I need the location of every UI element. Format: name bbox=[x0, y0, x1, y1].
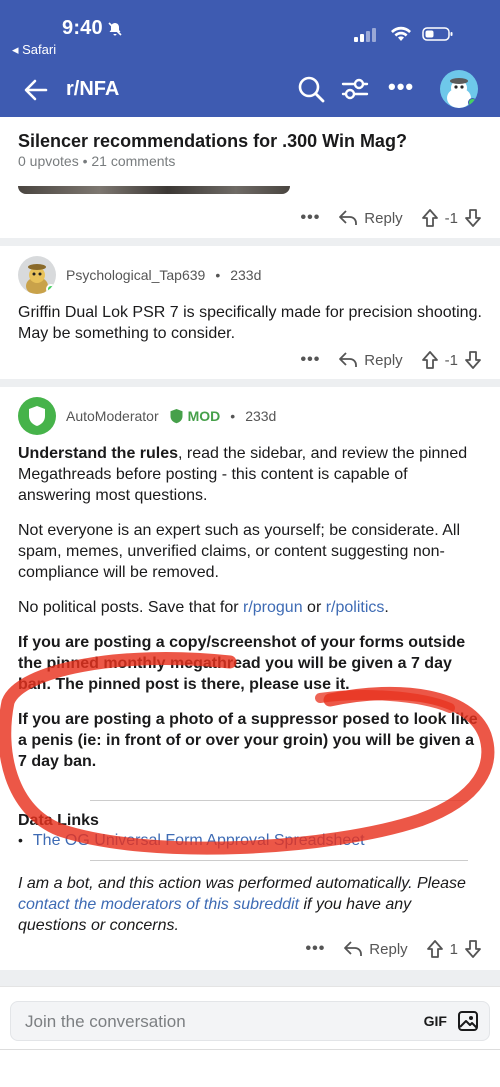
comment-divider bbox=[0, 379, 500, 387]
reply-icon bbox=[344, 941, 363, 956]
post-header[interactable]: Silencer recommendations for .300 Win Ma… bbox=[0, 117, 500, 193]
downvote-icon[interactable] bbox=[464, 939, 482, 959]
search-icon[interactable] bbox=[296, 74, 326, 104]
bottom-separator bbox=[0, 1049, 500, 1050]
rules-paragraph: Understand the rules, read the sidebar, … bbox=[18, 445, 468, 504]
bullet: • bbox=[18, 832, 23, 848]
comment-author-row[interactable]: Psychological_Tap639 • 233d bbox=[18, 256, 261, 294]
app-header: 9:40 ◂ Safari r/NFA ••• bbox=[0, 0, 500, 117]
mod-badge: MOD bbox=[169, 408, 220, 424]
reply-button[interactable]: Reply bbox=[338, 209, 403, 227]
divider-line bbox=[90, 860, 468, 861]
image-icon[interactable] bbox=[457, 1010, 479, 1032]
downvote-icon[interactable] bbox=[464, 208, 482, 228]
separator: • bbox=[215, 267, 221, 283]
subreddit-title[interactable]: r/NFA bbox=[66, 78, 119, 101]
more-options-icon[interactable]: ••• bbox=[305, 940, 325, 958]
comment-text: Griffin Dual Lok PSR 7 is specifically m… bbox=[18, 304, 482, 342]
comment-actions-prev: ••• Reply -1 bbox=[300, 208, 482, 228]
comment-author-name[interactable]: AutoModerator bbox=[66, 408, 159, 424]
upvote-icon[interactable] bbox=[421, 208, 439, 228]
upvote-icon[interactable] bbox=[426, 939, 444, 959]
suppressor-ban-paragraph: If you are posting a photo of a suppress… bbox=[18, 711, 478, 770]
post-title[interactable]: Silencer recommendations for .300 Win Ma… bbox=[18, 131, 407, 152]
gif-button[interactable]: GIF bbox=[424, 1013, 447, 1029]
status-indicators bbox=[354, 26, 454, 42]
composer-bar: Join the conversation GIF bbox=[0, 986, 500, 1087]
bot-note: I am a bot, and this action was performe… bbox=[18, 875, 466, 934]
silent-bell-icon bbox=[108, 21, 122, 36]
join-conversation-input[interactable]: Join the conversation GIF bbox=[10, 1001, 490, 1041]
back-to-safari-link[interactable]: ◂ Safari bbox=[12, 42, 56, 58]
reply-button[interactable]: Reply bbox=[343, 940, 408, 958]
contact-moderators-link[interactable]: contact the moderators of this subreddit bbox=[18, 896, 299, 913]
considerate-paragraph: Not everyone is an expert such as yourse… bbox=[18, 522, 461, 581]
avatar[interactable] bbox=[18, 397, 56, 435]
previous-comment-image[interactable] bbox=[18, 186, 290, 194]
avatar[interactable] bbox=[18, 256, 56, 294]
vote-score: 1 bbox=[449, 940, 458, 958]
data-link-item: • The OG Universal Form Approval Spreadsh… bbox=[18, 832, 365, 850]
status-time: 9:40 bbox=[62, 17, 123, 40]
comment-divider bbox=[0, 238, 500, 246]
online-indicator bbox=[46, 284, 56, 294]
separator: • bbox=[230, 408, 236, 424]
mod-shield-icon bbox=[170, 409, 183, 424]
upvote-icon[interactable] bbox=[421, 350, 439, 370]
downvote-icon[interactable] bbox=[464, 350, 482, 370]
post-meta: 0 upvotes • 21 comments bbox=[18, 153, 176, 169]
vote-controls: -1 bbox=[421, 208, 482, 228]
forms-ban-paragraph: If you are posting a copy/screenshot of … bbox=[18, 634, 466, 693]
reply-icon bbox=[339, 210, 358, 225]
nav-bar: r/NFA ••• bbox=[0, 68, 500, 112]
online-indicator bbox=[468, 98, 477, 107]
comment-author-row[interactable]: AutoModerator MOD • 233d bbox=[18, 397, 276, 435]
automod-comment-body: Understand the rules, read the sidebar, … bbox=[18, 443, 482, 786]
signal-icon bbox=[354, 28, 376, 42]
reply-icon bbox=[339, 352, 358, 367]
politics-link[interactable]: r/politics bbox=[326, 599, 385, 616]
comment-actions: ••• Reply -1 bbox=[300, 350, 482, 370]
comment-age: 233d bbox=[245, 408, 277, 424]
data-links-title: Data Links bbox=[18, 812, 99, 829]
progun-link[interactable]: r/progun bbox=[243, 599, 303, 616]
form-approval-spreadsheet-link[interactable]: The OG Universal Form Approval Spreadshe… bbox=[33, 832, 365, 849]
more-options-icon[interactable]: ••• bbox=[300, 351, 320, 369]
political-paragraph: No political posts. Save that for r/prog… bbox=[18, 599, 389, 616]
vote-controls: -1 bbox=[421, 350, 482, 370]
wifi-icon bbox=[391, 26, 411, 41]
more-options-icon[interactable]: ••• bbox=[300, 209, 320, 227]
divider-line bbox=[90, 800, 468, 801]
more-options-icon[interactable]: ••• bbox=[388, 74, 414, 100]
composer-placeholder: Join the conversation bbox=[25, 1012, 186, 1031]
comment-author-name[interactable]: Psychological_Tap639 bbox=[66, 267, 205, 283]
shield-icon bbox=[29, 406, 45, 426]
vote-score: -1 bbox=[444, 351, 458, 369]
filter-icon[interactable] bbox=[340, 74, 370, 104]
comment-divider bbox=[0, 970, 500, 986]
vote-score: -1 bbox=[444, 209, 458, 227]
comment-age: 233d bbox=[230, 267, 262, 283]
back-arrow-icon[interactable] bbox=[22, 76, 50, 104]
user-avatar[interactable] bbox=[440, 70, 478, 108]
battery-icon bbox=[422, 27, 453, 41]
vote-controls: 1 bbox=[426, 939, 482, 959]
reply-button[interactable]: Reply bbox=[338, 351, 403, 369]
comment-actions: ••• Reply 1 bbox=[305, 939, 482, 959]
